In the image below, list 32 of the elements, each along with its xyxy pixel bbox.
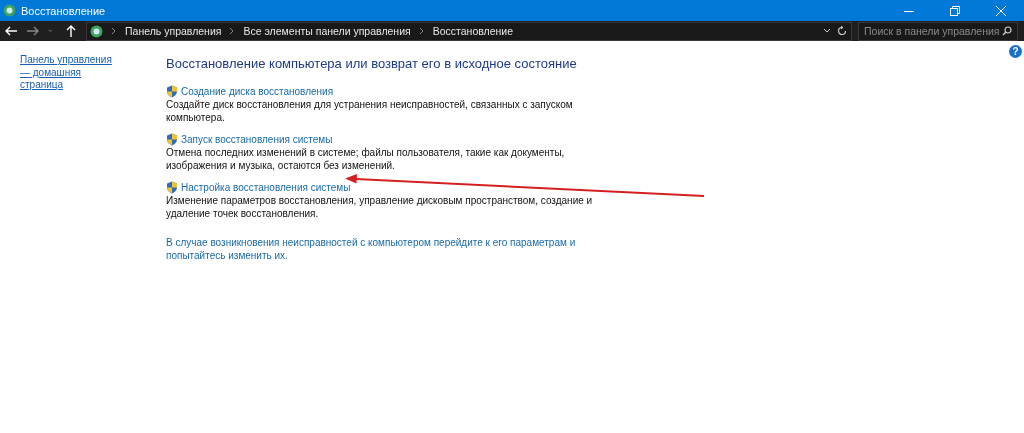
breadcrumb-separator-icon <box>229 27 236 35</box>
shield-icon <box>166 133 178 146</box>
task-link[interactable]: Создание диска восстановления <box>181 86 334 97</box>
breadcrumb-separator-icon <box>111 27 117 35</box>
app-icon <box>3 4 16 17</box>
home-link[interactable]: Панель управления — домашняя страница <box>20 54 124 92</box>
control-panel-icon <box>90 24 103 38</box>
task-link[interactable]: Запуск восстановления системы <box>181 134 333 145</box>
forward-icon[interactable] <box>26 24 40 38</box>
breadcrumb-separator-icon <box>418 27 425 35</box>
task-description: Отмена последних изменений в системе; файлы пользователя, такие как документы, изображения и музыка, остаются без изменений. <box>166 147 566 172</box>
shield-icon <box>166 85 178 98</box>
search-field[interactable]: Поиск в панели управления <box>858 21 1018 41</box>
restore-icon[interactable] <box>950 5 960 16</box>
breadcrumb-item[interactable]: Панель управления <box>125 25 222 37</box>
up-icon[interactable] <box>64 24 78 38</box>
chevron-down-icon[interactable] <box>823 27 831 35</box>
search-icon[interactable] <box>1002 26 1012 36</box>
help-button[interactable]: ? <box>1009 45 1022 58</box>
task-description: Создайте диск восстановления для устранения неисправностей, связанных с запуском компьютера. <box>166 99 574 124</box>
back-icon[interactable] <box>4 24 18 38</box>
breadcrumb-item[interactable]: Все элементы панели управления <box>243 25 411 37</box>
breadcrumb-item[interactable]: Восстановление <box>432 25 514 37</box>
settings-link[interactable]: В случае возникновения неисправностей с компьютером перейдите к его параметрам и попытайтесь изменить их. <box>166 237 596 262</box>
window-title: Восстановление <box>21 4 107 17</box>
shield-icon <box>166 181 178 194</box>
task-link[interactable]: Настройка восстановления системы <box>181 182 351 193</box>
address-bar[interactable]: Панель управления Все элементы панели управления Восстановление <box>86 21 852 41</box>
refresh-icon[interactable] <box>837 26 847 36</box>
task-description: Изменение параметров восстановления, управление дисковым пространством, создание и удаление точек восстановления. <box>166 195 594 220</box>
page-heading: Восстановление компьютера или возврат его в исходное состояние <box>166 56 578 72</box>
close-icon[interactable] <box>996 5 1006 16</box>
